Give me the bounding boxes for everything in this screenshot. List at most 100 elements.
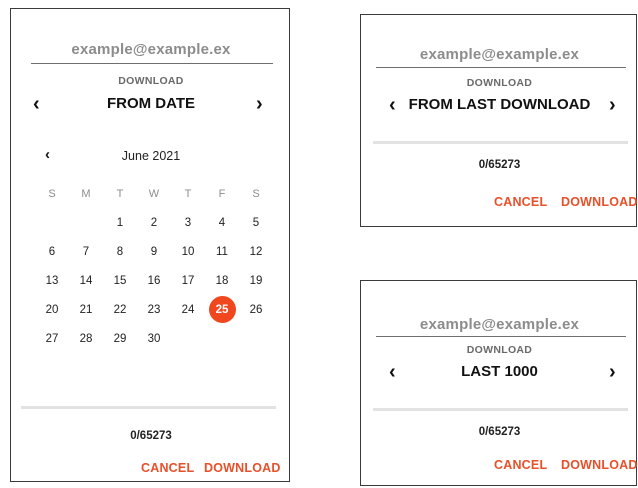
calendar-day[interactable]: 21 — [69, 295, 103, 324]
calendar-day[interactable]: 6 — [35, 237, 69, 266]
download-count: 0/65273 — [130, 430, 172, 442]
calendar-day-selected[interactable]: 25 — [205, 295, 239, 324]
calendar-day-number: 17 — [181, 274, 195, 287]
calendar-day-number: 18 — [215, 274, 229, 287]
calendar-month-label: June 2021 — [121, 149, 181, 163]
calendar-day[interactable]: 14 — [69, 266, 103, 295]
divider — [373, 408, 628, 411]
calendar-day-number: 11 — [216, 245, 228, 258]
calendar-day-number: 19 — [249, 274, 263, 287]
download-count: 0/65273 — [478, 159, 521, 171]
calendar-day[interactable]: 22 — [103, 295, 137, 324]
weekday-header: F — [218, 187, 226, 200]
calendar-day[interactable]: 5 — [239, 208, 273, 237]
calendar-day-number: 16 — [147, 274, 161, 287]
calendar-day-number: 2 — [150, 216, 158, 229]
calendar-day[interactable]: 17 — [171, 266, 205, 295]
calendar-day-number: 4 — [218, 216, 226, 229]
calendar-day-number: 24 — [181, 303, 195, 316]
download-dialog-from-date: example@example.ex DOWNLOAD ‹ FROM DATE … — [10, 8, 290, 482]
calendar-day-number: 12 — [249, 245, 263, 258]
next-mode-button[interactable]: › — [256, 94, 263, 114]
calendar-day[interactable]: 30 — [137, 324, 171, 353]
calendar-day[interactable]: 18 — [205, 266, 239, 295]
download-mode-label: LAST 1000 — [461, 363, 538, 380]
calendar-day[interactable]: 26 — [239, 295, 273, 324]
calendar-day[interactable]: 28 — [69, 324, 103, 353]
download-caption: DOWNLOAD — [466, 344, 533, 356]
calendar-day-number: 8 — [116, 245, 124, 258]
calendar-day[interactable]: 4 — [205, 208, 239, 237]
calendar-day-number: 28 — [79, 332, 93, 345]
weekday-header: T — [116, 187, 124, 200]
calendar-day-number: 30 — [147, 332, 161, 345]
next-mode-button[interactable]: › — [609, 362, 616, 382]
calendar-day[interactable]: 1 — [103, 208, 137, 237]
email-label: example@example.ex — [419, 46, 580, 63]
download-button[interactable]: DOWNLOAD — [561, 195, 638, 209]
calendar-day-number: 20 — [45, 303, 59, 316]
email-label: example@example.ex — [71, 41, 231, 58]
calendar-grid: S M T W T F S 1 2 3 4 5 6 7 8 9 10 11 12 13 14 15 16 17 18 19 20 21… — [35, 179, 273, 353]
calendar-day-number: 9 — [150, 245, 158, 258]
download-count: 0/65273 — [478, 426, 521, 438]
chevron-right-icon: › — [609, 94, 616, 116]
next-mode-button[interactable]: › — [609, 95, 616, 115]
calendar-day[interactable]: 9 — [137, 237, 171, 266]
calendar-day-number: 26 — [249, 303, 263, 316]
chevron-right-icon: › — [256, 93, 263, 115]
calendar-day[interactable]: 7 — [69, 237, 103, 266]
cancel-button[interactable]: CANCEL — [494, 195, 547, 209]
calendar-day-number: 13 — [45, 274, 59, 287]
download-mode-label: FROM LAST DOWNLOAD — [408, 96, 591, 113]
cancel-button[interactable]: CANCEL — [494, 458, 547, 472]
email-underline — [376, 336, 626, 337]
weekday-header: S — [252, 187, 260, 200]
chevron-right-icon: › — [609, 361, 616, 383]
cancel-button[interactable]: CANCEL — [141, 461, 194, 475]
calendar-day-number: 1 — [116, 216, 124, 229]
calendar-day-number: 3 — [184, 216, 192, 229]
calendar-day[interactable]: 13 — [35, 266, 69, 295]
calendar-day[interactable]: 23 — [137, 295, 171, 324]
email-underline — [376, 67, 626, 68]
download-mode-label: FROM DATE — [106, 95, 196, 112]
calendar-day[interactable]: 19 — [239, 266, 273, 295]
calendar-day[interactable]: 20 — [35, 295, 69, 324]
calendar-empty-cell — [69, 208, 103, 237]
calendar-day[interactable]: 24 — [171, 295, 205, 324]
calendar-day-number: 29 — [113, 332, 127, 345]
weekday-header: T — [184, 187, 192, 200]
download-caption: DOWNLOAD — [466, 77, 533, 89]
calendar-day[interactable]: 11 — [205, 237, 239, 266]
calendar-day[interactable]: 3 — [171, 208, 205, 237]
calendar-day[interactable]: 29 — [103, 324, 137, 353]
calendar-day-number: 22 — [113, 303, 127, 316]
calendar-day-number: 21 — [79, 303, 93, 316]
weekday-header: W — [148, 187, 160, 200]
email-underline — [31, 63, 273, 64]
download-button[interactable]: DOWNLOAD — [204, 461, 281, 475]
calendar-day[interactable]: 12 — [239, 237, 273, 266]
weekday-header: M — [81, 187, 91, 200]
calendar-day[interactable]: 27 — [35, 324, 69, 353]
download-button[interactable]: DOWNLOAD — [561, 458, 638, 472]
calendar-day-number: 6 — [48, 245, 56, 258]
email-label: example@example.ex — [419, 316, 580, 333]
calendar-day[interactable]: 10 — [171, 237, 205, 266]
calendar-day-number: 25 — [208, 296, 236, 323]
download-dialog-from-last-download: example@example.ex DOWNLOAD ‹ FROM LAST … — [360, 14, 637, 227]
calendar-day-number: 7 — [82, 245, 90, 258]
calendar-day[interactable]: 16 — [137, 266, 171, 295]
divider — [21, 406, 276, 409]
divider — [373, 141, 628, 144]
calendar-day[interactable]: 2 — [137, 208, 171, 237]
calendar-day-number: 27 — [45, 332, 59, 345]
download-caption: DOWNLOAD — [118, 75, 184, 87]
calendar-day[interactable]: 15 — [103, 266, 137, 295]
download-dialog-last-1000: example@example.ex DOWNLOAD ‹ LAST 1000 … — [360, 280, 637, 486]
calendar-day-number: 5 — [252, 216, 260, 229]
calendar-empty-cell — [35, 208, 69, 237]
calendar-day-number: 23 — [147, 303, 161, 316]
calendar-day[interactable]: 8 — [103, 237, 137, 266]
